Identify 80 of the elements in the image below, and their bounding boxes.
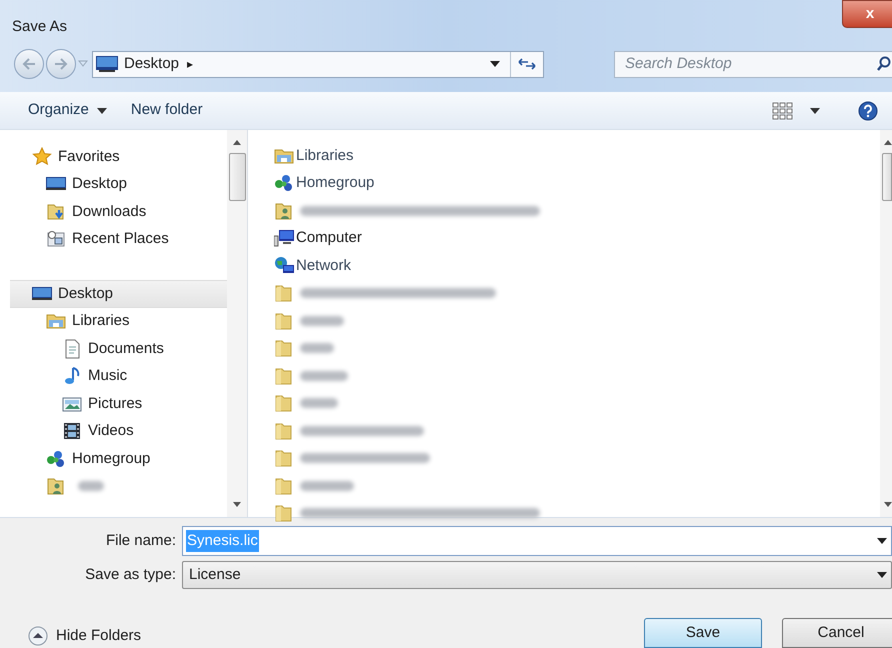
film-icon (62, 421, 82, 442)
folder-icon (274, 393, 294, 414)
sidebar-item[interactable]: Desktop (10, 170, 227, 198)
folder-icon (274, 503, 294, 524)
recent-places-icon (46, 229, 66, 250)
folder-icon (274, 448, 294, 468)
folder-icon (274, 420, 294, 441)
search-input[interactable]: Search Desktop (615, 52, 877, 76)
window-title: Save As (12, 17, 68, 37)
computer-icon (274, 228, 294, 248)
search-field[interactable]: Search Desktop (614, 50, 892, 78)
folder-icon (274, 366, 294, 386)
sidebar-item[interactable]: Pictures (10, 390, 227, 418)
refresh-icon[interactable] (517, 57, 537, 71)
blurred-name (78, 481, 104, 492)
file-item[interactable]: Computer (274, 224, 880, 252)
organize-menu-button[interactable]: Organize (26, 96, 109, 125)
user-folder-icon (274, 200, 294, 221)
forward-arrow-icon (54, 58, 68, 70)
folder-download-icon (46, 202, 66, 222)
sidebar-item[interactable]: Downloads (10, 198, 227, 226)
breadcrumb-arrow[interactable]: ▸ (187, 55, 194, 73)
folder-icon (274, 338, 294, 358)
user-folder-icon (46, 476, 66, 496)
folder-icon (274, 310, 294, 331)
save-type-label: Save as type: (84, 564, 177, 585)
network-icon (274, 256, 294, 276)
scroll-up-icon[interactable] (233, 140, 241, 145)
caret-icon (96, 108, 107, 114)
dropdown-icon[interactable] (490, 61, 500, 67)
save-button[interactable]: Save (644, 618, 762, 648)
scroll-thumb[interactable] (882, 153, 892, 201)
sidebar-item[interactable]: Favorites (10, 143, 227, 170)
save-type-dropdown[interactable]: License (182, 561, 892, 589)
file-item[interactable]: Network (274, 252, 880, 280)
file-name-label: File name: (104, 530, 177, 551)
back-button[interactable] (14, 49, 44, 79)
cancel-button[interactable]: Cancel (782, 618, 892, 648)
view-grid-icon[interactable] (772, 102, 794, 120)
sidebar-item[interactable]: Libraries (10, 308, 227, 335)
scroll-down-icon[interactable] (884, 502, 892, 507)
scrollbar[interactable] (880, 130, 892, 517)
help-icon[interactable] (858, 100, 878, 120)
homegroup-icon (274, 173, 294, 194)
scroll-up-icon[interactable] (884, 140, 892, 145)
address-field[interactable]: Desktop ▸ (92, 50, 544, 78)
sidebar-item[interactable]: Music (10, 362, 227, 390)
back-arrow-icon (22, 58, 36, 70)
collapse-up-icon (28, 626, 48, 646)
scroll-down-icon[interactable] (233, 502, 241, 507)
folder-icon (274, 476, 294, 496)
monitor-icon (96, 56, 118, 72)
file-name-value: Synesis.lic (186, 530, 259, 552)
save-type-value: License (189, 564, 241, 585)
sidebar-item[interactable]: Videos (10, 418, 227, 445)
blurred-name (300, 398, 338, 408)
blurred-name (300, 316, 344, 326)
blurred-name (300, 370, 348, 381)
file-item[interactable]: Homegroup (274, 170, 880, 197)
scrollbar[interactable] (227, 130, 247, 517)
blurred-name (300, 480, 354, 491)
star-icon (32, 146, 52, 167)
dropdown-icon[interactable] (877, 538, 887, 544)
folder-icon (274, 283, 294, 304)
dropdown-icon[interactable] (877, 572, 887, 578)
homegroup-icon (46, 448, 66, 469)
sidebar-item[interactable]: Desktop (10, 280, 227, 308)
dropdown-icon[interactable] (810, 108, 820, 114)
scroll-thumb[interactable] (228, 153, 246, 201)
file-item[interactable]: Libraries (274, 142, 880, 170)
sidebar-item[interactable]: Documents (10, 335, 227, 362)
forward-button[interactable] (46, 49, 76, 79)
blurred-name (300, 343, 334, 354)
search-icon[interactable] (877, 56, 891, 72)
sidebar-item[interactable]: Recent Places (10, 226, 227, 253)
music-note-icon (62, 366, 82, 386)
sidebar-item[interactable]: Homegroup (10, 445, 227, 472)
location-text: Desktop (124, 54, 180, 74)
new-folder-button[interactable]: New folder (128, 96, 205, 125)
hide-folders-button[interactable]: Hide Folders (28, 624, 142, 647)
